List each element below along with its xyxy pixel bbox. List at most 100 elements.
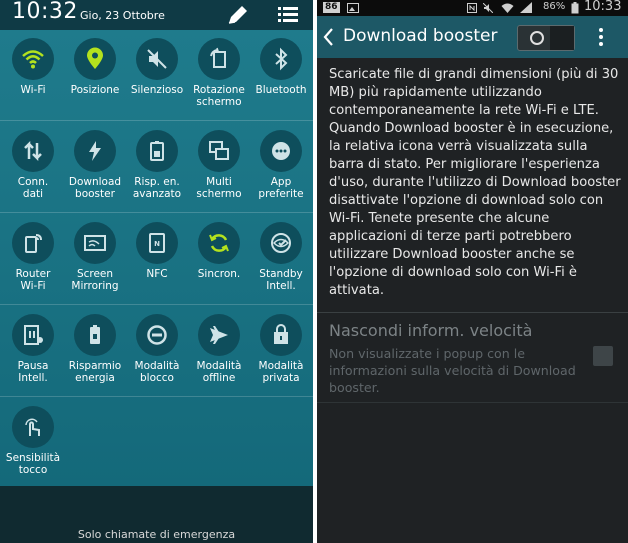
quick-setting-touch-sensitivity[interactable]: Sensibilità tocco — [2, 398, 64, 486]
quick-setting-label: Standby Intell. — [259, 268, 303, 292]
quick-setting-button[interactable] — [12, 406, 54, 448]
quick-setting-label: Modalità privata — [258, 360, 304, 384]
touch-sensitivity-icon — [25, 418, 40, 436]
multi-window-icon — [209, 141, 229, 160]
quick-setting-button[interactable] — [198, 130, 240, 172]
quick-setting-label: Screen Mirroring — [71, 268, 119, 292]
quick-setting-sync[interactable]: Sincron. — [188, 214, 250, 302]
quick-setting-button[interactable] — [12, 314, 54, 356]
quick-setting-label: NFC — [146, 268, 168, 280]
quick-setting-wifi[interactable]: Wi-Fi — [2, 30, 64, 118]
hide-speed-info-checkbox[interactable] — [593, 346, 613, 366]
quick-setting-label: Pausa Intell. — [17, 360, 49, 384]
row-divider — [0, 304, 313, 305]
power-saving-icon — [90, 325, 100, 344]
quick-setting-mobile-data[interactable]: Conn. dati — [2, 122, 64, 210]
quick-settings-grid: Wi-Fi Posizione Silenzioso Rotazione scherm… — [0, 30, 313, 486]
quick-setting-button[interactable] — [12, 222, 54, 264]
quick-setting-rotate-screen[interactable]: Rotazione schermo — [188, 30, 250, 118]
quick-setting-label: Risparmio energia — [68, 360, 122, 384]
switch-off-indicator — [530, 31, 544, 45]
quick-setting-label: Router Wi-Fi — [15, 268, 51, 292]
quick-setting-private-mode[interactable]: Modalità privata — [250, 306, 312, 394]
quick-setting-button[interactable] — [74, 222, 116, 264]
quick-setting-label: Wi-Fi — [20, 84, 46, 96]
notification-badge: 86 — [323, 2, 340, 13]
quick-setting-download-booster[interactable]: Download booster — [64, 122, 126, 210]
nfc-icon: N — [149, 233, 165, 253]
quick-setting-location[interactable]: Posizione — [64, 30, 126, 118]
quick-setting-button[interactable] — [136, 314, 178, 356]
ultra-power-saving-icon — [150, 141, 164, 161]
quick-setting-label: Silenzioso — [130, 84, 184, 96]
quick-setting-screen-mirroring[interactable]: Screen Mirroring — [64, 214, 126, 302]
quick-setting-button[interactable] — [260, 38, 302, 80]
quick-setting-ultra-power-saving[interactable]: Risp. en. avanzato — [126, 122, 188, 210]
row-divider — [0, 212, 313, 213]
wifi-icon — [22, 50, 44, 69]
nfc-status-icon — [467, 3, 477, 13]
sync-icon — [209, 234, 229, 252]
quick-setting-button[interactable] — [12, 130, 54, 172]
airplane-icon — [210, 326, 228, 344]
clock: 10:33 — [584, 0, 622, 14]
quick-setting-button[interactable] — [74, 314, 116, 356]
quick-setting-button[interactable] — [260, 314, 302, 356]
row-divider — [0, 120, 313, 121]
edit-icon[interactable] — [226, 4, 250, 26]
back-chevron-icon[interactable] — [321, 25, 335, 49]
battery-icon — [571, 2, 579, 14]
quick-setting-button[interactable] — [136, 38, 178, 80]
download-booster-icon — [89, 141, 101, 161]
screen-mirroring-icon — [84, 235, 106, 251]
quick-setting-button[interactable] — [260, 222, 302, 264]
quick-setting-label: Conn. dati — [17, 176, 49, 200]
quick-setting-button[interactable] — [136, 130, 178, 172]
mobile-data-icon — [24, 140, 42, 162]
private-mode-icon — [274, 324, 288, 344]
date: Gio, 23 Ottobre — [80, 9, 165, 22]
quick-setting-smart-pause[interactable]: Pausa Intell. — [2, 306, 64, 394]
bluetooth-icon — [275, 47, 288, 71]
quick-setting-label: Sensibilità tocco — [5, 452, 61, 476]
status-bar: 10:32 Gio, 23 Ottobre — [0, 0, 313, 30]
quick-setting-button[interactable]: N — [136, 222, 178, 264]
mute-status-icon — [483, 3, 493, 13]
quick-setting-button[interactable] — [198, 222, 240, 264]
battery-percentage: 86% — [543, 1, 566, 12]
quick-setting-mute[interactable]: Silenzioso — [126, 30, 188, 118]
wifi-status-icon — [501, 3, 514, 13]
quick-setting-button[interactable] — [12, 38, 54, 80]
hide-speed-info-title: Nascondi inform. velocità — [329, 321, 533, 340]
list-settings-icon[interactable] — [276, 4, 300, 26]
quick-setting-button[interactable] — [260, 130, 302, 172]
wifi-hotspot-icon — [25, 234, 42, 253]
quick-setting-button[interactable] — [198, 38, 240, 80]
switch-track — [550, 26, 574, 50]
quick-setting-smart-stay[interactable]: Standby Intell. — [250, 214, 312, 302]
quick-setting-wifi-hotspot[interactable]: Router Wi-Fi — [2, 214, 64, 302]
download-booster-switch[interactable] — [517, 25, 575, 51]
quick-setting-power-saving[interactable]: Risparmio energia — [64, 306, 126, 394]
favorite-apps-icon — [272, 142, 290, 160]
quick-setting-nfc[interactable]: N NFC — [126, 214, 188, 302]
rotate-screen-icon — [210, 47, 226, 68]
action-bar: Download booster — [317, 16, 628, 58]
quick-setting-label: Modalità offline — [196, 360, 242, 384]
quick-setting-bluetooth[interactable]: Bluetooth — [250, 30, 312, 118]
quick-setting-button[interactable] — [74, 38, 116, 80]
quick-setting-airplane[interactable]: Modalità offline — [188, 306, 250, 394]
quick-setting-label: Download booster — [68, 176, 122, 200]
more-options-icon[interactable] — [597, 25, 605, 49]
quick-setting-button[interactable] — [198, 314, 240, 356]
quick-setting-multi-window[interactable]: Multi schermo — [188, 122, 250, 210]
quick-setting-label: Risp. en. avanzato — [132, 176, 182, 200]
blocking-mode-icon — [147, 325, 167, 345]
image-notification-icon — [347, 3, 359, 13]
lock-bottom-area: Solo chiamate di emergenza — [0, 486, 313, 543]
quick-setting-blocking-mode[interactable]: Modalità blocco — [126, 306, 188, 394]
quick-setting-label: Posizione — [70, 84, 120, 96]
quick-setting-favorite-apps[interactable]: App preferite — [250, 122, 312, 210]
quick-setting-button[interactable] — [74, 130, 116, 172]
signal-status-icon — [520, 2, 532, 13]
